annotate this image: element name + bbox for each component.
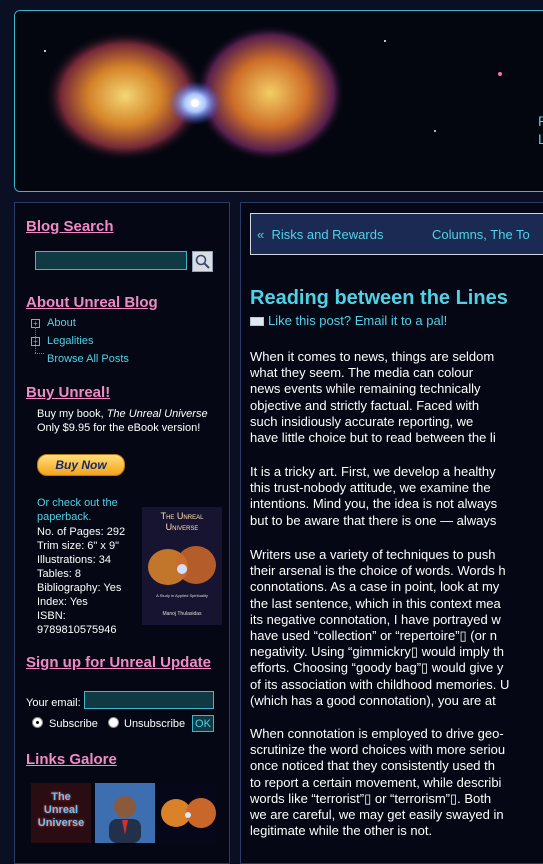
paragraph-line: words like “terrorist”▯ or “terrorism”▯.…: [250, 790, 492, 806]
paragraph-2: It is a tricky art. First, we develop a …: [250, 464, 543, 529]
cover-title: The Unreal Universe: [142, 511, 222, 533]
subscribe-radio[interactable]: [32, 717, 43, 728]
paragraph-3: Writers use a variety of techniques to p…: [250, 547, 543, 709]
nebula-banner-image: [15, 11, 543, 191]
email-label: Your email:: [26, 697, 81, 709]
paragraph-line: once noticed that they consistently used…: [250, 758, 495, 774]
post-title[interactable]: Reading between the Lines: [250, 287, 508, 310]
book-detail-index: Index: Yes: [37, 596, 88, 608]
paragraph-line: we are careful, we may get easily swayed…: [250, 807, 504, 823]
sidebar: Blog Search About Unreal Blog + About + …: [14, 202, 230, 864]
buy-unreal-title: Buy Unreal!: [26, 384, 111, 401]
nebula-thumbnail-link[interactable]: [159, 783, 217, 843]
book-detail-trim: Trim size: 6" x 9": [37, 540, 119, 552]
book-detail-isbn-label: ISBN:: [37, 610, 66, 622]
prev-arrow-icon: «: [257, 227, 265, 242]
browse-all-posts-link[interactable]: Browse All Posts: [47, 353, 129, 365]
book-detail-isbn: 9789810575946: [37, 624, 117, 636]
buy-now-button[interactable]: Buy Now: [37, 454, 125, 476]
paragraph-line: their arsenal is the choice of words. Wo…: [250, 563, 506, 579]
paragraph-line: efforts. Choosing “goody bag”▯ would giv…: [250, 660, 504, 676]
paragraph-line: to report a certain movement, while desc…: [250, 774, 502, 790]
cover-subtitle: A Study in Applied Spirituality: [156, 593, 208, 598]
logo-line1: The: [51, 791, 71, 803]
cover-title-line2: Universe: [165, 522, 199, 532]
author-photo-link[interactable]: [95, 783, 155, 843]
header-tagline-2: L: [538, 131, 543, 147]
cover-author: Manoj Thulasidas: [162, 611, 202, 617]
paragraph-line: When it comes to news, things are seldom: [250, 349, 495, 364]
search-button[interactable]: [192, 251, 213, 272]
paragraph-line: negativity. Using “gimmickry▯ would impl…: [250, 644, 504, 660]
paragraph-line: have used “collection” or “repertoire”▯ …: [250, 628, 498, 644]
paragraph-4: When connotation is employed to drive ge…: [250, 726, 543, 839]
paragraph-line: objective and strictly factual. Faced wi…: [250, 397, 480, 413]
header-tagline-1: P: [538, 113, 543, 129]
legalities-link[interactable]: Legalities: [47, 335, 93, 347]
book-detail-bibliography: Bibliography: Yes: [37, 582, 122, 594]
unreal-universe-logo-text: The Unreal Universe: [31, 791, 91, 830]
ok-button[interactable]: OK: [192, 715, 214, 732]
paragraph-line: connotations. As a case in point, look a…: [250, 579, 500, 595]
prev-post-link[interactable]: « Risks and Rewards: [257, 227, 383, 242]
next-post-link[interactable]: Columns, The To: [432, 227, 530, 242]
main-content: « Risks and Rewards Columns, The To Read…: [240, 202, 543, 864]
paragraph-line: (which has a good connotation), you are …: [250, 692, 496, 708]
book-detail-pages: No. of Pages: 292: [37, 526, 126, 538]
unsubscribe-label: Unsubscribe: [124, 718, 186, 730]
tree-line: [35, 353, 44, 355]
paragraph-line: but to be aware that there is one — alwa…: [250, 512, 497, 528]
about-link[interactable]: About: [47, 317, 76, 329]
paragraph-line: this trust-nobody attitude, we examine t…: [250, 480, 491, 496]
paragraph-line: intentions. Mind you, the idea is not al…: [250, 496, 498, 512]
email-pal-label: Like this post? Email it to a pal!: [268, 313, 448, 328]
unreal-universe-logo-link[interactable]: The Unreal Universe: [31, 783, 91, 843]
post-navigation: « Risks and Rewards Columns, The To: [250, 213, 543, 255]
author-photo: [95, 783, 155, 843]
subscribe-label: Subscribe: [49, 718, 98, 730]
links-galore-title: Links Galore: [26, 751, 117, 768]
about-blog-title: About Unreal Blog: [26, 294, 158, 311]
signup-title: Sign up for Unreal Update: [26, 654, 212, 671]
search-icon: [195, 254, 210, 269]
paragraph-line: It is a tricky art. First, we develop a …: [250, 464, 496, 479]
book-detail-illustrations: Illustrations: 34: [37, 554, 111, 566]
nebula-thumbnail: [161, 798, 216, 828]
book-detail-tables: Tables: 8: [37, 568, 82, 580]
paragraph-line: news events while remaining technically: [250, 381, 481, 397]
buy-book-prefix: Buy my book,: [37, 408, 107, 420]
paragraph-1: When it comes to news, things are seldom…: [250, 349, 543, 446]
paragraph-line: the last sentence, which in this context…: [250, 595, 501, 611]
email-field[interactable]: [84, 691, 214, 709]
paragraph-line: have little choice but to read between t…: [250, 430, 496, 446]
logo-line2: Unreal: [43, 804, 79, 816]
buy-book-text: Buy my book, The Unreal Universe: [37, 407, 208, 421]
ebook-price-text: Only $9.95 for the eBook version!: [37, 422, 201, 434]
paragraph-line: Writers use a variety of techniques to p…: [250, 547, 496, 562]
tree-line: [35, 327, 37, 353]
logo-line3: Universe: [37, 817, 85, 829]
paragraph-line: legitimate while the other is not.: [250, 823, 433, 839]
book-cover-image[interactable]: The Unreal Universe A Study in Applied S…: [142, 507, 222, 625]
paperback-link-line2[interactable]: paperback.: [37, 511, 91, 523]
paragraph-line: scrutinize the word choices with more se…: [250, 742, 506, 758]
paperback-link-line1[interactable]: Or check out the: [37, 497, 118, 509]
email-to-pal-link[interactable]: Like this post? Email it to a pal!: [250, 313, 447, 328]
paragraph-line: When connotation is employed to drive ge…: [250, 726, 504, 741]
blog-search-title: Blog Search: [26, 218, 114, 235]
cover-title-line1: The Unreal: [160, 511, 204, 521]
header-banner: P L: [14, 10, 543, 192]
paragraph-line: such insidiously accurate reporting, we: [250, 413, 474, 429]
book-title: The Unreal Universe: [106, 408, 208, 420]
unsubscribe-radio[interactable]: [108, 717, 119, 728]
envelope-icon: [250, 317, 264, 327]
prev-post-label: Risks and Rewards: [271, 227, 384, 242]
search-input[interactable]: [35, 251, 187, 270]
book-details: No. of Pages: 292 Trim size: 6" x 9" Ill…: [37, 525, 125, 637]
paragraph-line: of its association with childhood memori…: [250, 676, 510, 692]
paragraph-line: its negative connotation, I have portray…: [250, 611, 501, 627]
paragraph-line: what they seem. The media can colour: [250, 365, 474, 381]
